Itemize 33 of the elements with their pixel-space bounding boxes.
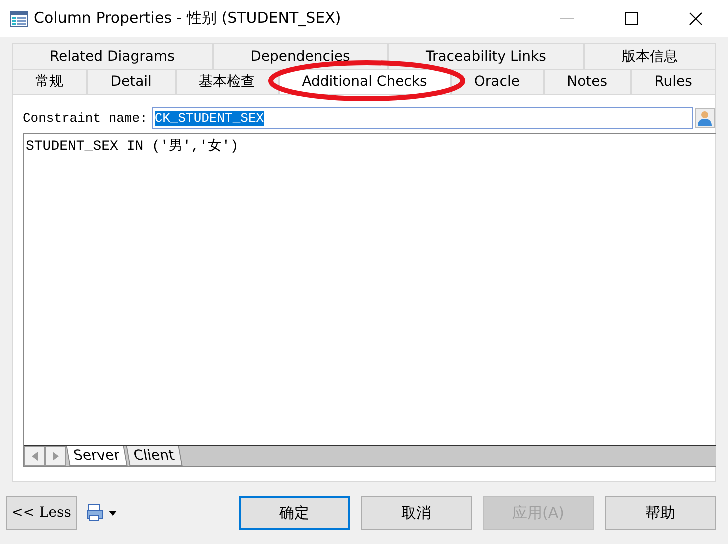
tab[interactable]: Rules [631,69,716,94]
print-menu-button[interactable] [87,504,117,522]
editor-tab[interactable]: Server [66,446,128,466]
left-arrow-icon [32,452,38,460]
tab[interactable]: Traceability Links [388,43,584,69]
printer-icon [87,504,103,522]
expression-editor[interactable]: STUDENT_SEX IN ('男','女') [24,134,716,445]
dialog-button[interactable]: 取消 [361,496,472,530]
tab[interactable]: 基本检查 [176,69,279,94]
window-title: Column Properties - 性别 (STUDENT_SEX) [34,9,342,28]
tab[interactable]: Detail [87,69,176,94]
tab[interactable]: Notes [544,69,632,94]
right-arrow-icon [52,452,58,460]
dialog-button[interactable]: 帮助 [605,496,716,530]
close-icon[interactable] [689,12,703,26]
person-icon [697,110,713,126]
tab[interactable]: Additional Checks [278,69,451,94]
user-button[interactable] [695,108,715,128]
scroll-left-button[interactable] [24,446,45,466]
maximize-icon[interactable] [625,12,638,25]
tab[interactable]: 版本信息 [584,43,716,69]
less-button[interactable]: << Less [6,496,77,530]
dialog-button[interactable]: 确定 [239,496,350,530]
scroll-right-button[interactable] [45,446,66,466]
editor-tab[interactable]: Client [126,446,182,466]
constraint-name-label: Constraint name: [23,110,148,126]
table-icon [10,10,28,26]
caret-icon [109,510,117,516]
tab[interactable]: 常规 [12,69,88,94]
minimize-icon[interactable] [560,18,574,20]
constraint-name-field[interactable]: CK_STUDENT_SEX [152,107,693,129]
tab[interactable]: Oracle [450,69,544,94]
tab[interactable]: Related Diagrams [12,43,213,69]
